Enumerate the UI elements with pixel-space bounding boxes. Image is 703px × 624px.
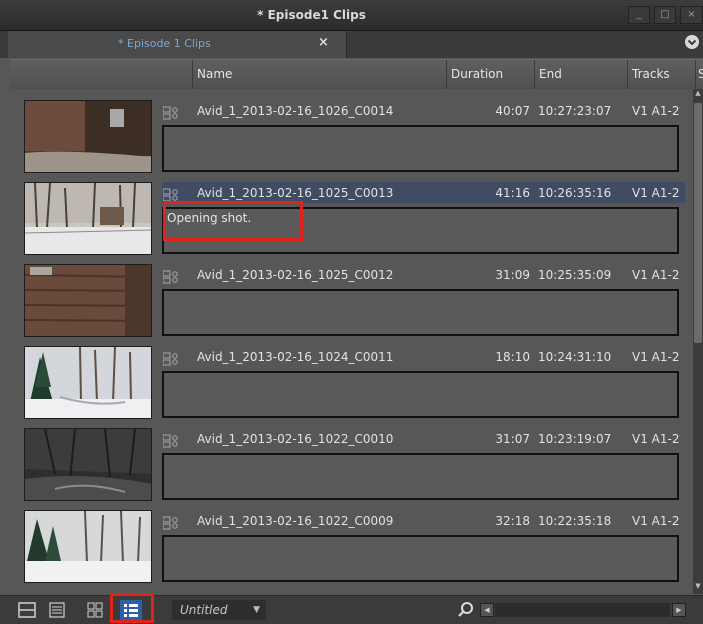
- comment-callout-highlight: [163, 201, 303, 241]
- clip-list: Avid_1_2013-02-16_1026_C0014 40:07 10:27…: [10, 89, 693, 594]
- clip-thumbnail[interactable]: [24, 510, 152, 583]
- clip-thumbnail[interactable]: [24, 100, 152, 173]
- clip-name: Avid_1_2013-02-16_1022_C0010: [197, 432, 394, 446]
- clip-tracks: V1 A1-2: [632, 186, 680, 200]
- horizontal-scrollbar[interactable]: [495, 603, 670, 617]
- clip-icon: [162, 187, 179, 202]
- frame-view-icon[interactable]: [16, 600, 38, 620]
- search-icon[interactable]: [456, 599, 476, 621]
- column-header: Name Duration End Tracks S: [10, 59, 703, 90]
- close-window-button[interactable]: ×: [680, 6, 703, 24]
- column-header-duration[interactable]: Duration: [446, 60, 534, 89]
- clip-end: 10:24:31:10: [538, 350, 612, 364]
- tab-bar: * Episode 1 Clips ×: [0, 31, 703, 58]
- clip-name: Avid_1_2013-02-16_1026_C0014: [197, 104, 394, 118]
- text-view-icon[interactable]: [46, 600, 68, 620]
- title-bar[interactable]: * Episode1 Clips _ □ ×: [0, 0, 703, 31]
- clip-duration: 41:16: [495, 186, 530, 200]
- bin-window: * Episode1 Clips _ □ × * Episode 1 Clips…: [0, 0, 703, 624]
- chevron-down-icon: ▼: [253, 605, 260, 615]
- clip-comment-field[interactable]: [162, 125, 679, 172]
- clip-row[interactable]: Avid_1_2013-02-16_1025_C0012 31:09 10:25…: [10, 253, 693, 337]
- column-header-tracks[interactable]: Tracks: [627, 60, 695, 89]
- view-button-callout-highlight: [110, 593, 154, 623]
- scroll-down-icon[interactable]: ▼: [693, 582, 703, 594]
- bin-bottom-bar: Untitled ▼ ◀ ▶: [0, 593, 703, 624]
- bin-name-label: Untitled: [180, 603, 228, 617]
- clip-end: 10:27:23:07: [538, 104, 612, 118]
- clip-thumbnail[interactable]: [24, 264, 152, 337]
- clip-tracks: V1 A1-2: [632, 104, 680, 118]
- clip-row[interactable]: Avid_1_2013-02-16_1022_C0009 32:18 10:22…: [10, 499, 693, 583]
- window-title: * Episode1 Clips: [257, 8, 366, 22]
- tab-menu-icon[interactable]: [684, 34, 702, 54]
- clip-name: Avid_1_2013-02-16_1025_C0013: [197, 186, 394, 200]
- tab-label: * Episode 1 Clips: [118, 37, 211, 50]
- clip-duration: 40:07: [495, 104, 530, 118]
- clip-end: 10:25:35:09: [538, 268, 612, 282]
- clip-name: Avid_1_2013-02-16_1024_C0011: [197, 350, 394, 364]
- clip-duration: 18:10: [495, 350, 530, 364]
- clip-icon: [162, 105, 179, 120]
- clip-icon: [162, 269, 179, 284]
- clip-end: 10:22:35:18: [538, 514, 612, 528]
- column-header-extra[interactable]: S: [695, 60, 703, 89]
- clip-thumbnail[interactable]: [24, 428, 152, 501]
- script-view-icon[interactable]: [84, 600, 106, 620]
- clip-tracks: V1 A1-2: [632, 432, 680, 446]
- clip-tracks: V1 A1-2: [632, 514, 680, 528]
- tab-close-button[interactable]: ×: [318, 35, 329, 50]
- scrollbar-thumb[interactable]: [694, 103, 702, 343]
- clip-duration: 31:07: [495, 432, 530, 446]
- bin-name-dropdown[interactable]: Untitled ▼: [172, 600, 266, 620]
- vertical-scrollbar[interactable]: ▲ ▼: [693, 89, 703, 594]
- clip-duration: 31:09: [495, 268, 530, 282]
- clip-comment-field[interactable]: [162, 289, 679, 336]
- clip-row[interactable]: Avid_1_2013-02-16_1024_C0011 18:10 10:24…: [10, 335, 693, 419]
- clip-thumbnail[interactable]: [24, 346, 152, 419]
- clip-name: Avid_1_2013-02-16_1025_C0012: [197, 268, 394, 282]
- column-header-thumbnail[interactable]: [10, 60, 190, 89]
- scroll-up-icon[interactable]: ▲: [693, 89, 703, 101]
- clip-icon: [162, 433, 179, 448]
- column-header-name[interactable]: Name: [192, 60, 446, 89]
- clip-end: 10:26:35:16: [538, 186, 612, 200]
- scroll-right-icon[interactable]: ▶: [672, 603, 686, 617]
- tab-episode1-clips[interactable]: * Episode 1 Clips ×: [8, 31, 347, 58]
- maximize-button[interactable]: □: [654, 6, 676, 24]
- clip-tracks: V1 A1-2: [632, 268, 680, 282]
- clip-comment-field[interactable]: [162, 453, 679, 500]
- clip-row[interactable]: Avid_1_2013-02-16_1026_C0014 40:07 10:27…: [10, 89, 693, 173]
- clip-name: Avid_1_2013-02-16_1022_C0009: [197, 514, 394, 528]
- clip-comment-field[interactable]: [162, 535, 679, 582]
- clip-end: 10:23:19:07: [538, 432, 612, 446]
- clip-row[interactable]: Avid_1_2013-02-16_1025_C0013 41:16 10:26…: [10, 171, 693, 255]
- minimize-button[interactable]: _: [628, 6, 650, 24]
- column-header-end[interactable]: End: [534, 60, 627, 89]
- clip-tracks: V1 A1-2: [632, 350, 680, 364]
- clip-duration: 32:18: [495, 514, 530, 528]
- clip-icon: [162, 515, 179, 530]
- clip-thumbnail[interactable]: [24, 182, 152, 255]
- clip-icon: [162, 351, 179, 366]
- scroll-left-icon[interactable]: ◀: [480, 603, 494, 617]
- clip-row[interactable]: Avid_1_2013-02-16_1022_C0010 31:07 10:23…: [10, 417, 693, 501]
- clip-comment-field[interactable]: [162, 371, 679, 418]
